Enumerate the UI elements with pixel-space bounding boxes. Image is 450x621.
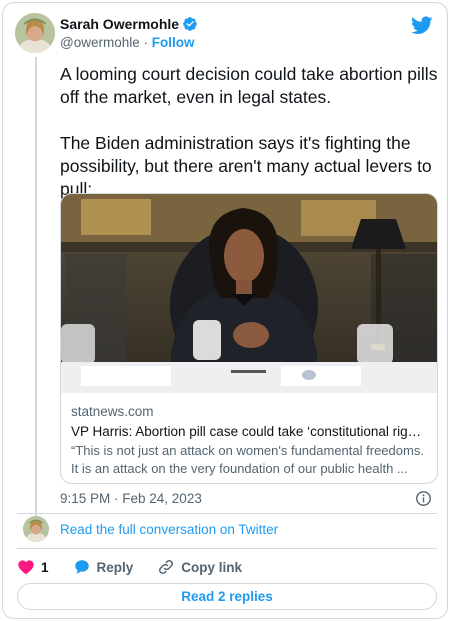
info-icon[interactable]	[415, 490, 432, 507]
author-handle[interactable]: @owermohle	[60, 35, 140, 50]
heart-icon	[18, 560, 34, 575]
tweet-embed-card: Sarah Owermohle @owermohle · Follow A lo…	[2, 2, 448, 619]
link-preview-image	[61, 194, 437, 393]
copy-link-button[interactable]: Copy link	[157, 558, 242, 576]
copy-link-label: Copy link	[181, 559, 243, 575]
action-bar: 1 Reply Copy link	[17, 556, 266, 578]
divider	[17, 548, 437, 549]
read-replies-button[interactable]: Read 2 replies	[17, 583, 437, 610]
reply-bubble-icon	[74, 560, 89, 574]
tweet-text: A looming court decision could take abor…	[60, 64, 438, 199]
follow-button[interactable]: Follow	[152, 35, 195, 50]
link-description: “This is not just an attack on women's f…	[71, 443, 424, 476]
link-icon	[159, 559, 174, 575]
conversation-avatar	[23, 516, 49, 542]
verified-badge-icon	[183, 17, 197, 31]
link-preview-card[interactable]: statnews.com VP Harris: Abortion pill ca…	[60, 193, 438, 484]
read-conversation-link[interactable]: Read the full conversation on Twitter	[60, 522, 278, 537]
like-count: 1	[41, 559, 49, 575]
thread-line	[35, 57, 37, 517]
twitter-bird-icon[interactable]	[411, 14, 433, 36]
tweet-timestamp[interactable]: 9:15 PM · Feb 24, 2023	[60, 491, 202, 506]
author-name-row[interactable]: Sarah Owermohle	[60, 16, 198, 32]
author-name[interactable]: Sarah Owermohle	[60, 16, 179, 32]
handle-line: @owermohle · Follow	[60, 35, 195, 50]
link-title[interactable]: VP Harris: Abortion pill case could take…	[71, 423, 425, 441]
link-domain: statnews.com	[71, 404, 154, 419]
like-button[interactable]: 1	[17, 558, 49, 576]
reply-label: Reply	[96, 559, 134, 575]
reply-button[interactable]: Reply	[73, 558, 134, 576]
separator-dot: ·	[143, 35, 149, 50]
divider	[17, 513, 437, 514]
author-avatar[interactable]	[15, 13, 55, 53]
link-preview-meta: statnews.com VP Harris: Abortion pill ca…	[61, 393, 437, 478]
